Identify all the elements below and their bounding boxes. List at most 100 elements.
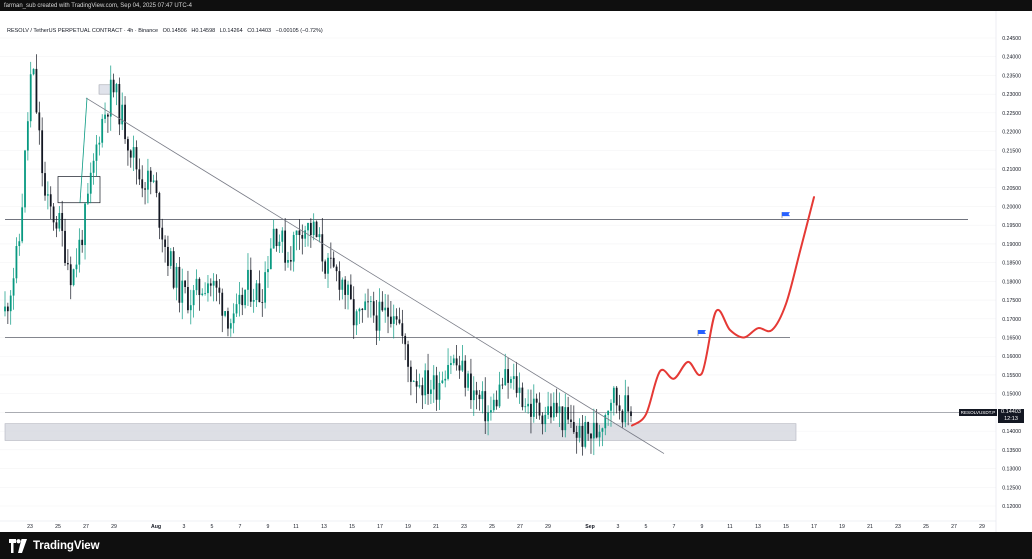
- price-tick-label: 0.24000: [1002, 55, 1021, 61]
- candle-body: [224, 311, 227, 316]
- candle-body: [324, 261, 327, 274]
- creator-line: farman_sub created with TradingView.com,…: [4, 3, 192, 9]
- candle-body: [581, 425, 584, 447]
- time-tick-label: 27: [517, 524, 523, 530]
- candle-body: [538, 402, 541, 416]
- candle-body: [398, 319, 401, 324]
- candle-body: [361, 308, 364, 310]
- time-tick-label: 25: [923, 524, 929, 530]
- candle-body: [204, 293, 206, 294]
- horizontal-levels: [5, 219, 996, 413]
- candle-body: [484, 391, 487, 422]
- candle-body: [344, 279, 347, 295]
- time-tick-label: 17: [377, 524, 383, 530]
- price-tick-label: 0.18000: [1002, 279, 1021, 285]
- candle-body: [438, 382, 441, 400]
- tradingview-logo[interactable]: TradingView: [7, 539, 100, 553]
- candle-body: [409, 366, 412, 382]
- price-tick-label: 0.22500: [1002, 111, 1021, 117]
- candle-body: [229, 323, 232, 329]
- candle-body: [187, 286, 189, 311]
- candle-body: [607, 410, 610, 416]
- candle-body: [572, 421, 575, 433]
- candle-body: [364, 301, 367, 310]
- candle-body: [284, 230, 287, 263]
- candle-body: [267, 269, 269, 273]
- candle-body: [24, 150, 26, 208]
- candle-body: [26, 121, 29, 151]
- candle-body: [78, 239, 81, 265]
- price-tick-label: 0.12000: [1002, 504, 1021, 510]
- candle-body: [12, 278, 15, 296]
- time-tick-label: 29: [111, 524, 117, 530]
- candle-body: [101, 118, 104, 143]
- candle-body: [458, 365, 461, 371]
- candle-body: [289, 260, 292, 262]
- candle-body: [378, 301, 381, 331]
- candle-body: [55, 222, 58, 229]
- price-tick-label: 0.13000: [1002, 467, 1021, 473]
- candle-body: [147, 170, 149, 190]
- candle-body: [244, 289, 247, 306]
- candle-body: [52, 206, 55, 223]
- last-price-value: 0.14403: [1001, 409, 1021, 415]
- candle-body: [455, 358, 458, 366]
- candle-body: [355, 311, 358, 326]
- candle-body: [241, 294, 244, 306]
- projected-path: [631, 196, 815, 427]
- price-tick-label: 0.17000: [1002, 317, 1021, 323]
- legend-change: −0.00105 (−0.72%): [275, 28, 323, 34]
- chart-area[interactable]: 0.24500 0.24000 0.23500 0.23000 0.22500 0.220…: [0, 11, 1032, 532]
- candle-body: [492, 399, 495, 411]
- legend-symbol: RESOLV / TetherUS PERPETUAL CONTRACT · 4…: [7, 28, 159, 34]
- time-tick-label: 7: [239, 524, 242, 530]
- candle-body: [507, 369, 509, 383]
- candle-body: [367, 301, 369, 303]
- candle-body: [21, 207, 24, 242]
- candle-body: [58, 212, 61, 229]
- price-axis[interactable]: 0.24500 0.24000 0.23500 0.23000 0.22500 0.220…: [995, 11, 1021, 532]
- time-tick-label: 19: [405, 524, 411, 530]
- time-tick-label: 17: [811, 524, 817, 530]
- chart-window: farman_sub created with TradingView.com,…: [0, 0, 1032, 559]
- candle-body: [384, 307, 387, 311]
- price-tick-label: 0.23000: [1002, 92, 1021, 98]
- candle-body: [86, 193, 89, 204]
- candle-body: [135, 147, 138, 170]
- candle-body: [109, 79, 112, 117]
- candle-body: [421, 385, 424, 396]
- candle-body: [61, 212, 64, 231]
- time-tick-label: 5: [211, 524, 214, 530]
- candle-body: [92, 160, 95, 173]
- candle-body: [335, 266, 338, 272]
- candle-body: [32, 68, 35, 75]
- price-tick-label: 0.19500: [1002, 223, 1021, 229]
- candle-body: [352, 299, 355, 326]
- candle-body: [84, 203, 86, 246]
- time-tick-label: 9: [267, 524, 270, 530]
- candle-body: [72, 269, 75, 286]
- candle-body: [401, 323, 404, 336]
- candle-body: [138, 169, 141, 180]
- candle-body: [44, 173, 46, 196]
- legend-high: H0.14598: [191, 28, 216, 34]
- candle-body: [590, 433, 592, 439]
- price-tick-label: 0.21000: [1002, 167, 1021, 173]
- time-axis[interactable]: 23 25 27 29 Aug 3 5 7 9 11 13 15 17 19 21 23 25 27 29 Sep 3 5…: [0, 520, 996, 530]
- price-tick-label: 0.22000: [1002, 130, 1021, 136]
- time-tick-label: 21: [433, 524, 439, 530]
- candle-body: [9, 295, 12, 312]
- candle-body: [621, 410, 624, 423]
- flags: [697, 212, 790, 337]
- price-chart[interactable]: 0.24500 0.24000 0.23500 0.23000 0.22500 0.220…: [0, 11, 1032, 532]
- candle-body: [430, 389, 432, 394]
- candle-body: [504, 369, 507, 386]
- candle-body: [269, 248, 272, 270]
- time-tick-label: 3: [617, 524, 620, 530]
- candle-body: [618, 405, 621, 411]
- candle-body: [104, 114, 106, 119]
- candle-body: [198, 278, 201, 296]
- candle-body: [389, 316, 392, 324]
- candle-body: [69, 264, 72, 286]
- time-tick-label: 27: [83, 524, 89, 530]
